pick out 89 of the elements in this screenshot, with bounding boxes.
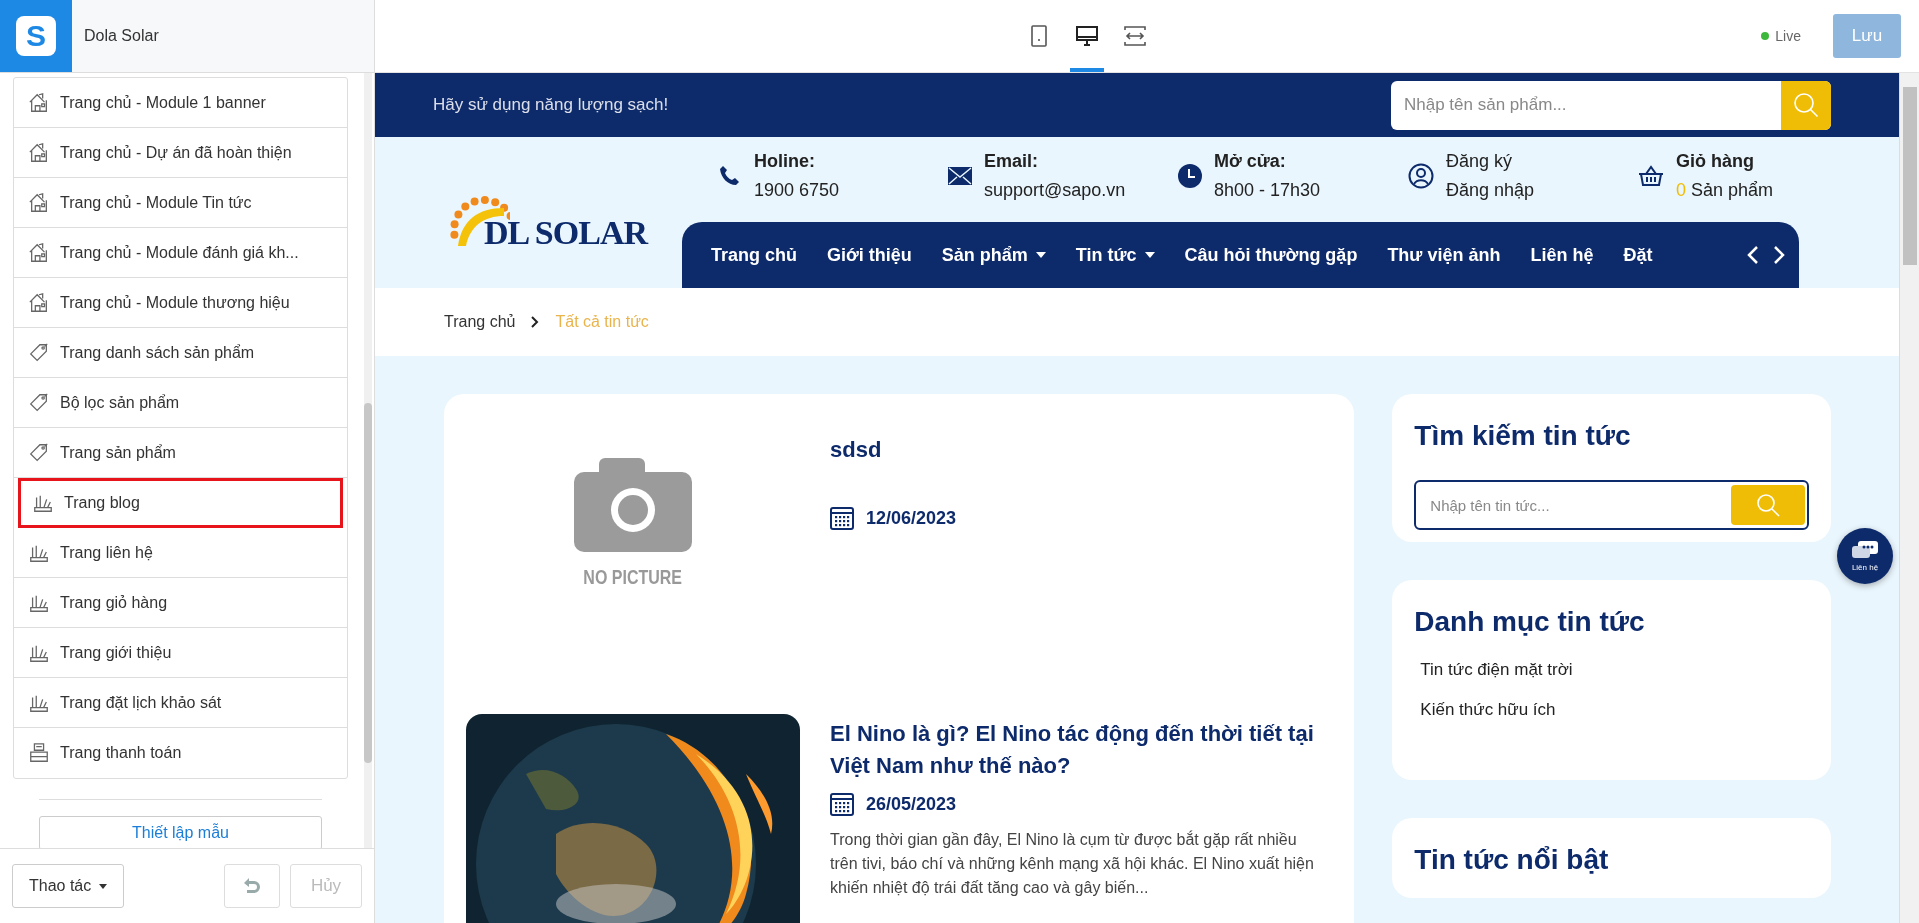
search-icon — [1756, 493, 1780, 517]
search-icon — [1793, 92, 1819, 118]
clock-icon — [1178, 164, 1202, 188]
undo-button[interactable] — [224, 864, 280, 908]
post-title[interactable]: El Nino là gì? El Nino tác động đến thời tiết tại Việt Nam như thế nào? — [830, 718, 1329, 782]
template-list-item[interactable]: Trang đặt lịch khảo sát — [14, 678, 347, 728]
register-link[interactable]: Đăng ký — [1446, 151, 1513, 171]
category-link[interactable]: Kiến thức hữu ích — [1420, 700, 1809, 720]
undo-icon — [242, 877, 262, 895]
envelope-icon — [948, 167, 972, 185]
live-status: Live — [1761, 28, 1801, 44]
contact-value: support@sapo.vn — [984, 180, 1126, 200]
caret-icon — [99, 883, 108, 889]
site-name: Dola Solar — [84, 27, 159, 45]
breadcrumb-link[interactable]: Trang chủ — [444, 313, 516, 331]
template-list-item[interactable]: Trang liên hệ — [14, 528, 347, 578]
contact-value: Đăng nhập — [1446, 180, 1535, 200]
expand-width-icon — [1124, 25, 1146, 46]
phone-icon — [718, 164, 742, 188]
chat-icon — [1852, 540, 1878, 561]
breadcrumb-current: Tất cả tin tức — [555, 313, 649, 331]
nav-link[interactable]: Giới thiệu — [812, 244, 927, 266]
contact-value: Sản phẩm — [1691, 180, 1774, 200]
post-title[interactable]: sdsd — [830, 434, 1329, 466]
contact-value: 8h00 - 17h30 — [1214, 180, 1321, 200]
tag-icon — [28, 441, 50, 464]
nav-link[interactable]: Sản phẩm — [926, 244, 1061, 266]
template-settings-button[interactable]: Thiết lập mẫu — [39, 816, 322, 848]
house-icon — [28, 91, 50, 114]
calendar-icon — [830, 792, 854, 816]
actions-dropdown[interactable]: Thao tác — [12, 864, 125, 908]
template-list-item[interactable]: Trang chủ - Module đánh giá kh... — [14, 228, 347, 278]
contact-label: Mở cửa: — [1214, 151, 1286, 171]
chevron-right-icon — [531, 316, 540, 328]
product-search-field[interactable]: Nhập tên sản phẩm... — [1391, 80, 1831, 130]
nav-link[interactable]: Đặt — [1608, 244, 1668, 266]
chevron-right-icon[interactable] — [1773, 245, 1785, 265]
no-picture-label: NO PICTURE — [583, 566, 683, 589]
contact-value: 1900 6750 — [754, 180, 840, 200]
caret-icon — [1144, 252, 1155, 258]
contact-label: Email: — [984, 151, 1039, 171]
contact-label: Holine: — [754, 151, 815, 171]
template-list-item[interactable]: Bộ lọc sản phẩm — [14, 378, 347, 428]
template-list-item[interactable]: Trang chủ - Dự án đã hoàn thiện — [14, 128, 347, 178]
house-icon — [28, 241, 50, 264]
caret-icon — [1035, 252, 1046, 258]
tag-icon — [28, 341, 50, 364]
template-list-item[interactable]: Trang giỏ hàng — [14, 578, 347, 628]
template-list-item[interactable]: Trang chủ - Module 1 banner — [14, 78, 347, 128]
template-list-item[interactable]: Trang thanh toán — [14, 728, 347, 778]
basket-icon — [1638, 165, 1664, 187]
app-logo[interactable]: S — [0, 0, 72, 72]
tablet-icon — [1031, 24, 1047, 47]
search-button[interactable] — [1781, 80, 1831, 130]
post-date: 26/05/2023 — [866, 793, 957, 815]
user-icon — [1408, 163, 1434, 189]
news-search-field[interactable]: Nhập tên tin tức... — [1414, 480, 1809, 530]
house-icon — [28, 141, 50, 164]
cart-count: 0 — [1676, 180, 1686, 200]
nav-link[interactable]: Liên hệ — [1515, 244, 1609, 266]
template-list-item[interactable]: Trang sản phẩm — [14, 428, 347, 478]
site-logo[interactable]: DL SOLAR — [484, 213, 647, 252]
scrollbar[interactable] — [1899, 73, 1919, 923]
category-link[interactable]: Tin tức điện mặt trời — [1420, 660, 1809, 680]
nav-link[interactable]: Trang chủ — [696, 244, 812, 266]
widget-title: Tin tức nổi bật — [1414, 844, 1610, 876]
template-list-item[interactable]: Trang chủ - Module thương hiệu — [14, 278, 347, 328]
announcement-text: Hãy sử dụng năng lượng sạch! — [433, 95, 669, 115]
post-excerpt: Trong thời gian gần đây, El Nino là cụm từ được bắt gặp rất nhiều trên tivi, báo chí và những kênh mạng xã hội khác. El Nino xuất hiện khiến nhiệt độ trái đất tăng cao và gây biến... — [830, 829, 1315, 898]
scrollbar[interactable] — [364, 73, 372, 848]
chevron-left-icon[interactable] — [1747, 245, 1759, 265]
template-list-item[interactable]: Trang giới thiệu — [14, 628, 347, 678]
template-list-item[interactable]: Trang chủ - Module Tin tức — [14, 178, 347, 228]
widget-title: Tìm kiếm tin tức — [1414, 420, 1632, 452]
cash-register-icon — [28, 742, 50, 764]
contact-label: Giỏ hàng — [1676, 151, 1754, 171]
house-icon — [28, 191, 50, 214]
contact-float-button[interactable]: Liên hệ — [1837, 528, 1893, 584]
nav-link[interactable]: Câu hỏi thường gặp — [1169, 244, 1373, 266]
template-list-item[interactable]: Trang blog — [18, 478, 343, 528]
nav-link[interactable]: Thư viện ảnh — [1372, 244, 1516, 266]
post-date: 12/06/2023 — [866, 507, 957, 529]
template-list-item[interactable]: Trang danh sách sản phẩm — [14, 328, 347, 378]
house-icon — [28, 291, 50, 314]
monitor-icon — [1076, 25, 1098, 46]
widget-title: Danh mục tin tức — [1414, 606, 1646, 638]
nav-link[interactable]: Tin tức — [1060, 244, 1170, 266]
calendar-icon — [830, 506, 854, 530]
tag-icon — [28, 391, 50, 414]
